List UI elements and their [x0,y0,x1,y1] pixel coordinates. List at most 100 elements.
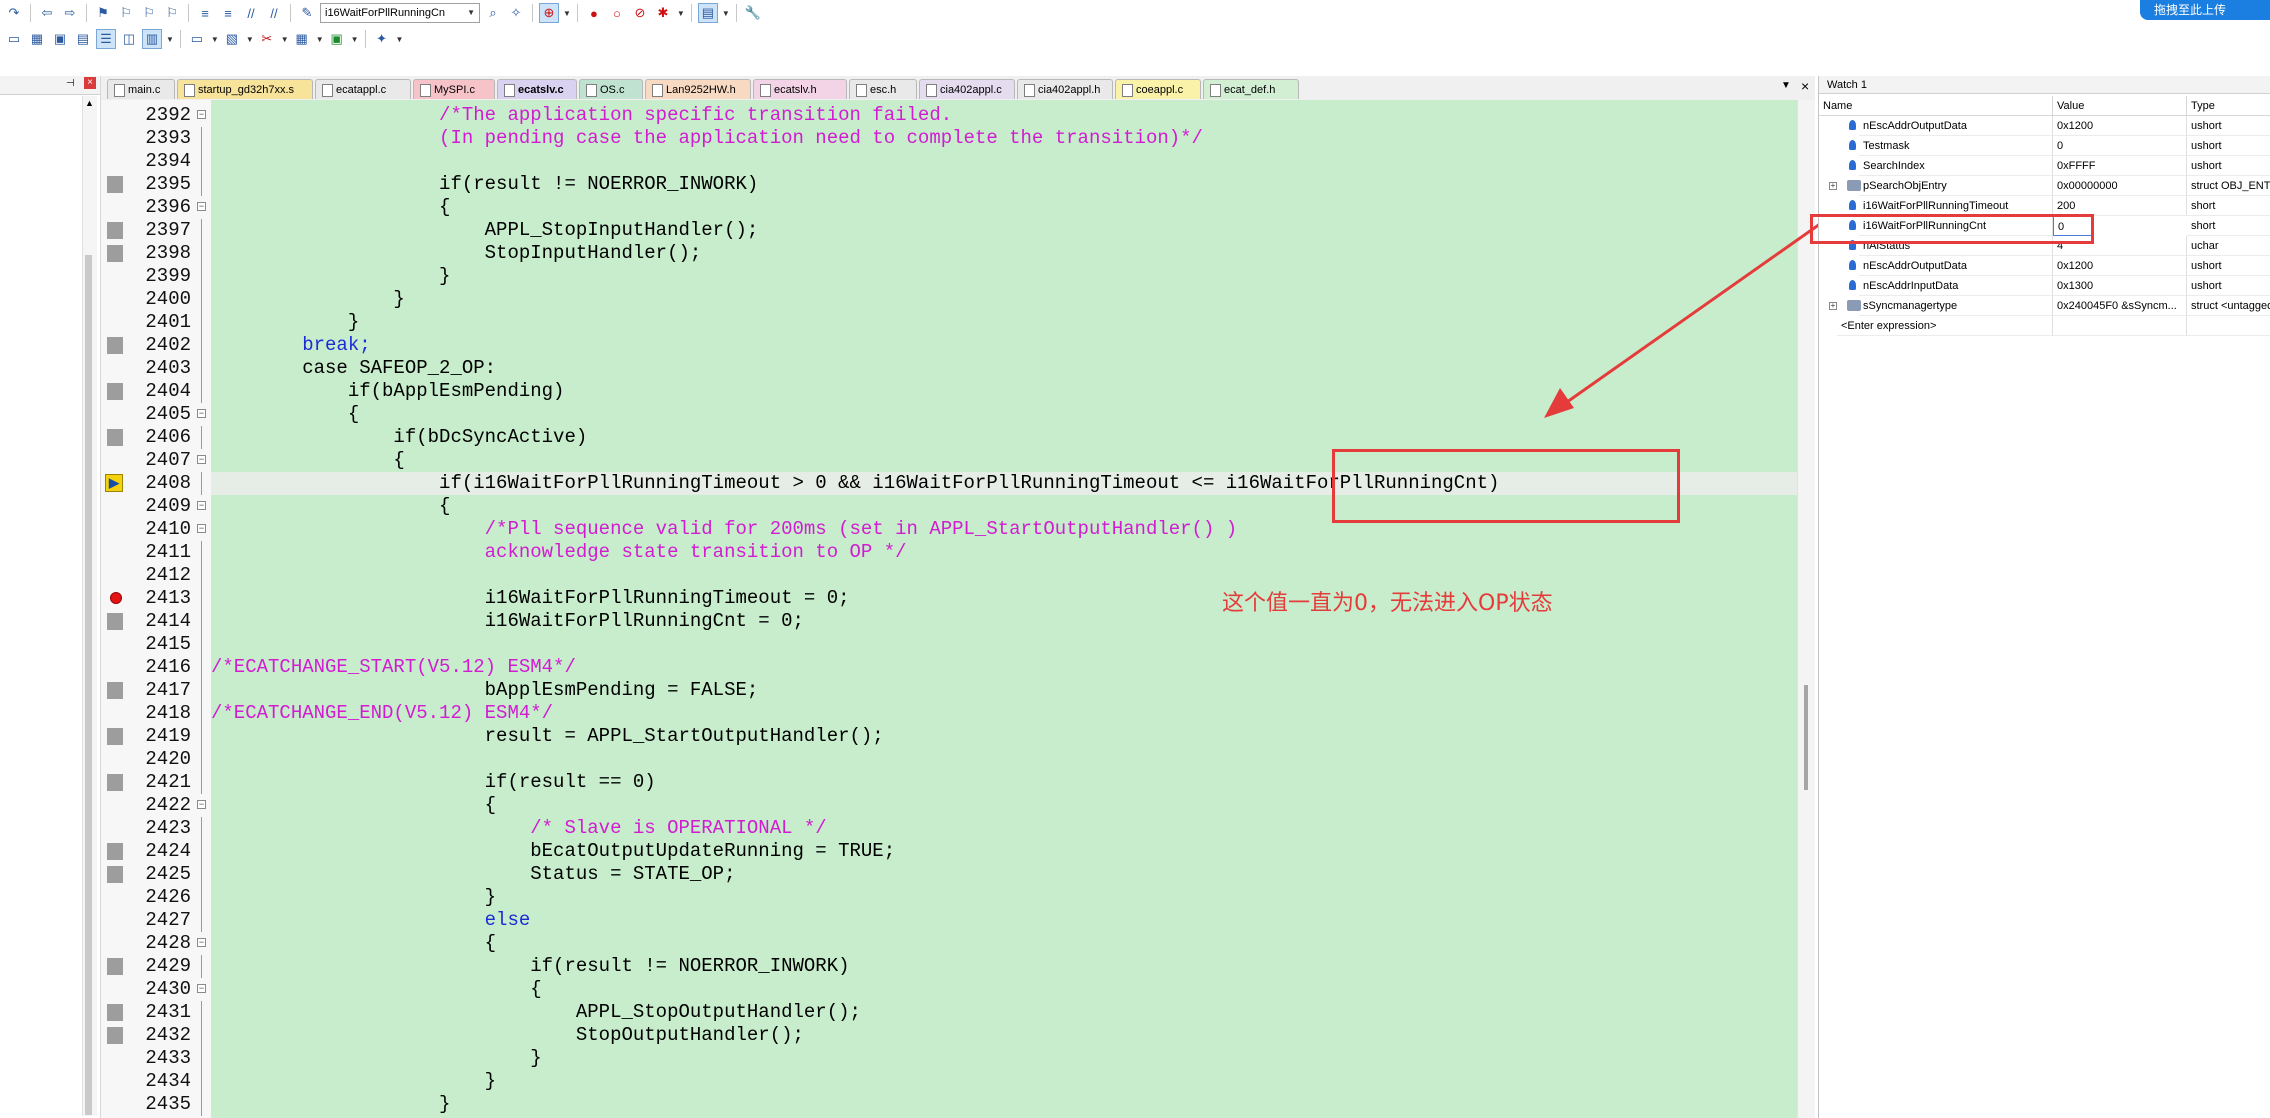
watch-row[interactable]: <Enter expression> [1819,316,2270,336]
enable-breakpoint-icon[interactable]: ○ [607,3,627,23]
watch-row[interactable]: nEscAddrOutputData 0x1200 ushort [1819,256,2270,276]
code-text[interactable] [211,150,1797,173]
code-text[interactable]: acknowledge state transition to OP */ [211,541,1797,564]
code-line[interactable]: 2416 /*ECATCHANGE_START(V5.12) ESM4*/ [101,656,1797,679]
code-text[interactable]: i16WaitForPllRunningTimeout = 0; [211,587,1797,610]
close-tab-icon[interactable]: × [1801,78,1809,94]
watch-row[interactable]: i16WaitForPllRunningTimeout 200 short [1819,196,2270,216]
expand-icon[interactable]: + [1829,302,1837,310]
code-line[interactable]: 2411 acknowledge state transition to OP … [101,541,1797,564]
fold-toggle-icon[interactable]: − [197,938,206,947]
tab-file[interactable]: ecatslv.c [497,79,577,99]
code-line[interactable]: 2428− { [101,932,1797,955]
code-text[interactable]: StopOutputHandler(); [211,1024,1797,1047]
chevron-down-icon[interactable]: ▼ [563,9,571,18]
fold-toggle-icon[interactable]: − [197,501,206,510]
tab-file[interactable]: main.c [107,79,175,99]
code-text[interactable]: } [211,886,1797,909]
chevron-down-icon[interactable]: ▼ [351,35,359,44]
code-text[interactable]: if(result != NOERROR_INWORK) [211,955,1797,978]
watch-row[interactable]: nEscAddrOutputData 0x1200 ushort [1819,116,2270,136]
pin-icon[interactable]: ⊣ [66,78,75,89]
chevron-down-icon[interactable]: ▼ [316,35,324,44]
code-text[interactable]: (In pending case the application need to… [211,127,1797,150]
tab-file[interactable]: esc.h [849,79,917,99]
scroll-up-icon[interactable]: ▲ [85,98,94,108]
trace-icon[interactable]: ✂ [257,29,277,49]
code-line[interactable]: 2430− { [101,978,1797,1001]
tab-file[interactable]: cia402appl.h [1017,79,1113,99]
watch-row[interactable]: + pSearchObjEntry 0x00000000 struct OBJ_ENT… [1819,176,2270,196]
chevron-down-icon[interactable]: ▼ [166,35,174,44]
settings-icon[interactable]: ✦ [372,29,392,49]
watch-value[interactable]: 0x1200 [2053,116,2187,136]
code-text[interactable]: /* Slave is OPERATIONAL */ [211,817,1797,840]
find-in-files-icon[interactable]: ✎ [297,3,317,23]
tab-file[interactable]: startup_gd32h7xx.s [177,79,313,99]
tab-file[interactable]: ecatslv.h [753,79,847,99]
chevron-down-icon[interactable]: ▼ [211,35,219,44]
editor-scroll-thumb[interactable] [1804,685,1808,790]
debug-session-icon[interactable]: ⊕ [539,3,559,23]
navigate-back-icon[interactable]: ⇦ [37,3,57,23]
code-text[interactable] [211,748,1797,771]
watch-name[interactable]: <Enter expression> [1837,316,2053,336]
find-icon[interactable]: ⌕ [483,3,503,23]
watch-column-type[interactable]: Type [2187,96,2270,116]
code-line[interactable]: 2419 result = APPL_StartOutputHandler(); [101,725,1797,748]
code-text[interactable] [211,633,1797,656]
close-icon[interactable]: × [84,77,96,89]
serial-window-icon[interactable]: ▭ [187,29,207,49]
fold-toggle-icon[interactable]: − [197,110,206,119]
code-line[interactable]: 2423 /* Slave is OPERATIONAL */ [101,817,1797,840]
tab-file[interactable]: coeappl.c [1115,79,1201,99]
watch-row[interactable]: SearchIndex 0xFFFF ushort [1819,156,2270,176]
code-line[interactable]: 2422− { [101,794,1797,817]
disassembly-icon[interactable]: ▦ [27,29,47,49]
code-line[interactable]: 2392− /*The application specific transit… [101,104,1797,127]
tab-list-chevron-icon[interactable]: ▼ [1781,80,1791,91]
chevron-down-icon[interactable]: ▼ [467,4,475,22]
code-text[interactable]: { [211,932,1797,955]
code-text[interactable]: bApplEsmPending = FALSE; [211,679,1797,702]
code-text[interactable]: if(result != NOERROR_INWORK) [211,173,1797,196]
chevron-down-icon[interactable]: ▼ [246,35,254,44]
code-line[interactable]: 2412 [101,564,1797,587]
fold-toggle-icon[interactable]: − [197,984,206,993]
code-text[interactable]: } [211,1070,1797,1093]
window-layout-icon[interactable]: ▤ [697,3,718,23]
code-line[interactable]: 2394 [101,150,1797,173]
kill-breakpoints-icon[interactable]: ✱ [653,3,673,23]
chevron-down-icon[interactable]: ▼ [396,35,404,44]
fold-toggle-icon[interactable]: − [197,455,206,464]
fold-toggle-icon[interactable]: − [197,524,206,533]
wrench-icon[interactable]: 🔧 [743,3,763,23]
code-line[interactable]: 2432 StopOutputHandler(); [101,1024,1797,1047]
watch-value[interactable] [2053,316,2187,336]
indent-icon[interactable]: ≡ [195,3,215,23]
chevron-down-icon[interactable]: ▼ [722,9,730,18]
watch-name[interactable]: Testmask [1859,136,2053,156]
bookmark-clear-icon[interactable]: ⚐ [162,3,182,23]
bookmark-prev-icon[interactable]: ⚐ [116,3,136,23]
code-text[interactable]: { [211,794,1797,817]
code-line[interactable]: 2396− { [101,196,1797,219]
watch-column-name[interactable]: Name [1819,96,2053,116]
watch-column-value[interactable]: Value [2053,96,2187,116]
watch-icon[interactable]: ◫ [119,29,139,49]
navigate-forward-icon[interactable]: ⇨ [60,3,80,23]
code-text[interactable]: APPL_StopOutputHandler(); [211,1001,1797,1024]
watch-row[interactable]: nEscAddrInputData 0x1300 ushort [1819,276,2270,296]
watch-value[interactable]: 0xFFFF [2053,156,2187,176]
disable-breakpoints-icon[interactable]: ⊘ [630,3,650,23]
code-line[interactable]: 2426 } [101,886,1797,909]
code-line[interactable]: 2418 /*ECATCHANGE_END(V5.12) ESM4*/ [101,702,1797,725]
code-line[interactable]: 2417 bApplEsmPending = FALSE; [101,679,1797,702]
watch-name[interactable]: sSyncmanagertype [1859,296,2053,316]
incremental-find-icon[interactable]: ✧ [506,3,526,23]
system-viewer-icon[interactable]: ▦ [292,29,312,49]
uncomment-icon[interactable]: // [264,3,284,23]
watch-name[interactable]: nEscAddrInputData [1859,276,2053,296]
watch-value[interactable]: 0x1300 [2053,276,2187,296]
tab-file[interactable]: MySPI.c [413,79,495,99]
